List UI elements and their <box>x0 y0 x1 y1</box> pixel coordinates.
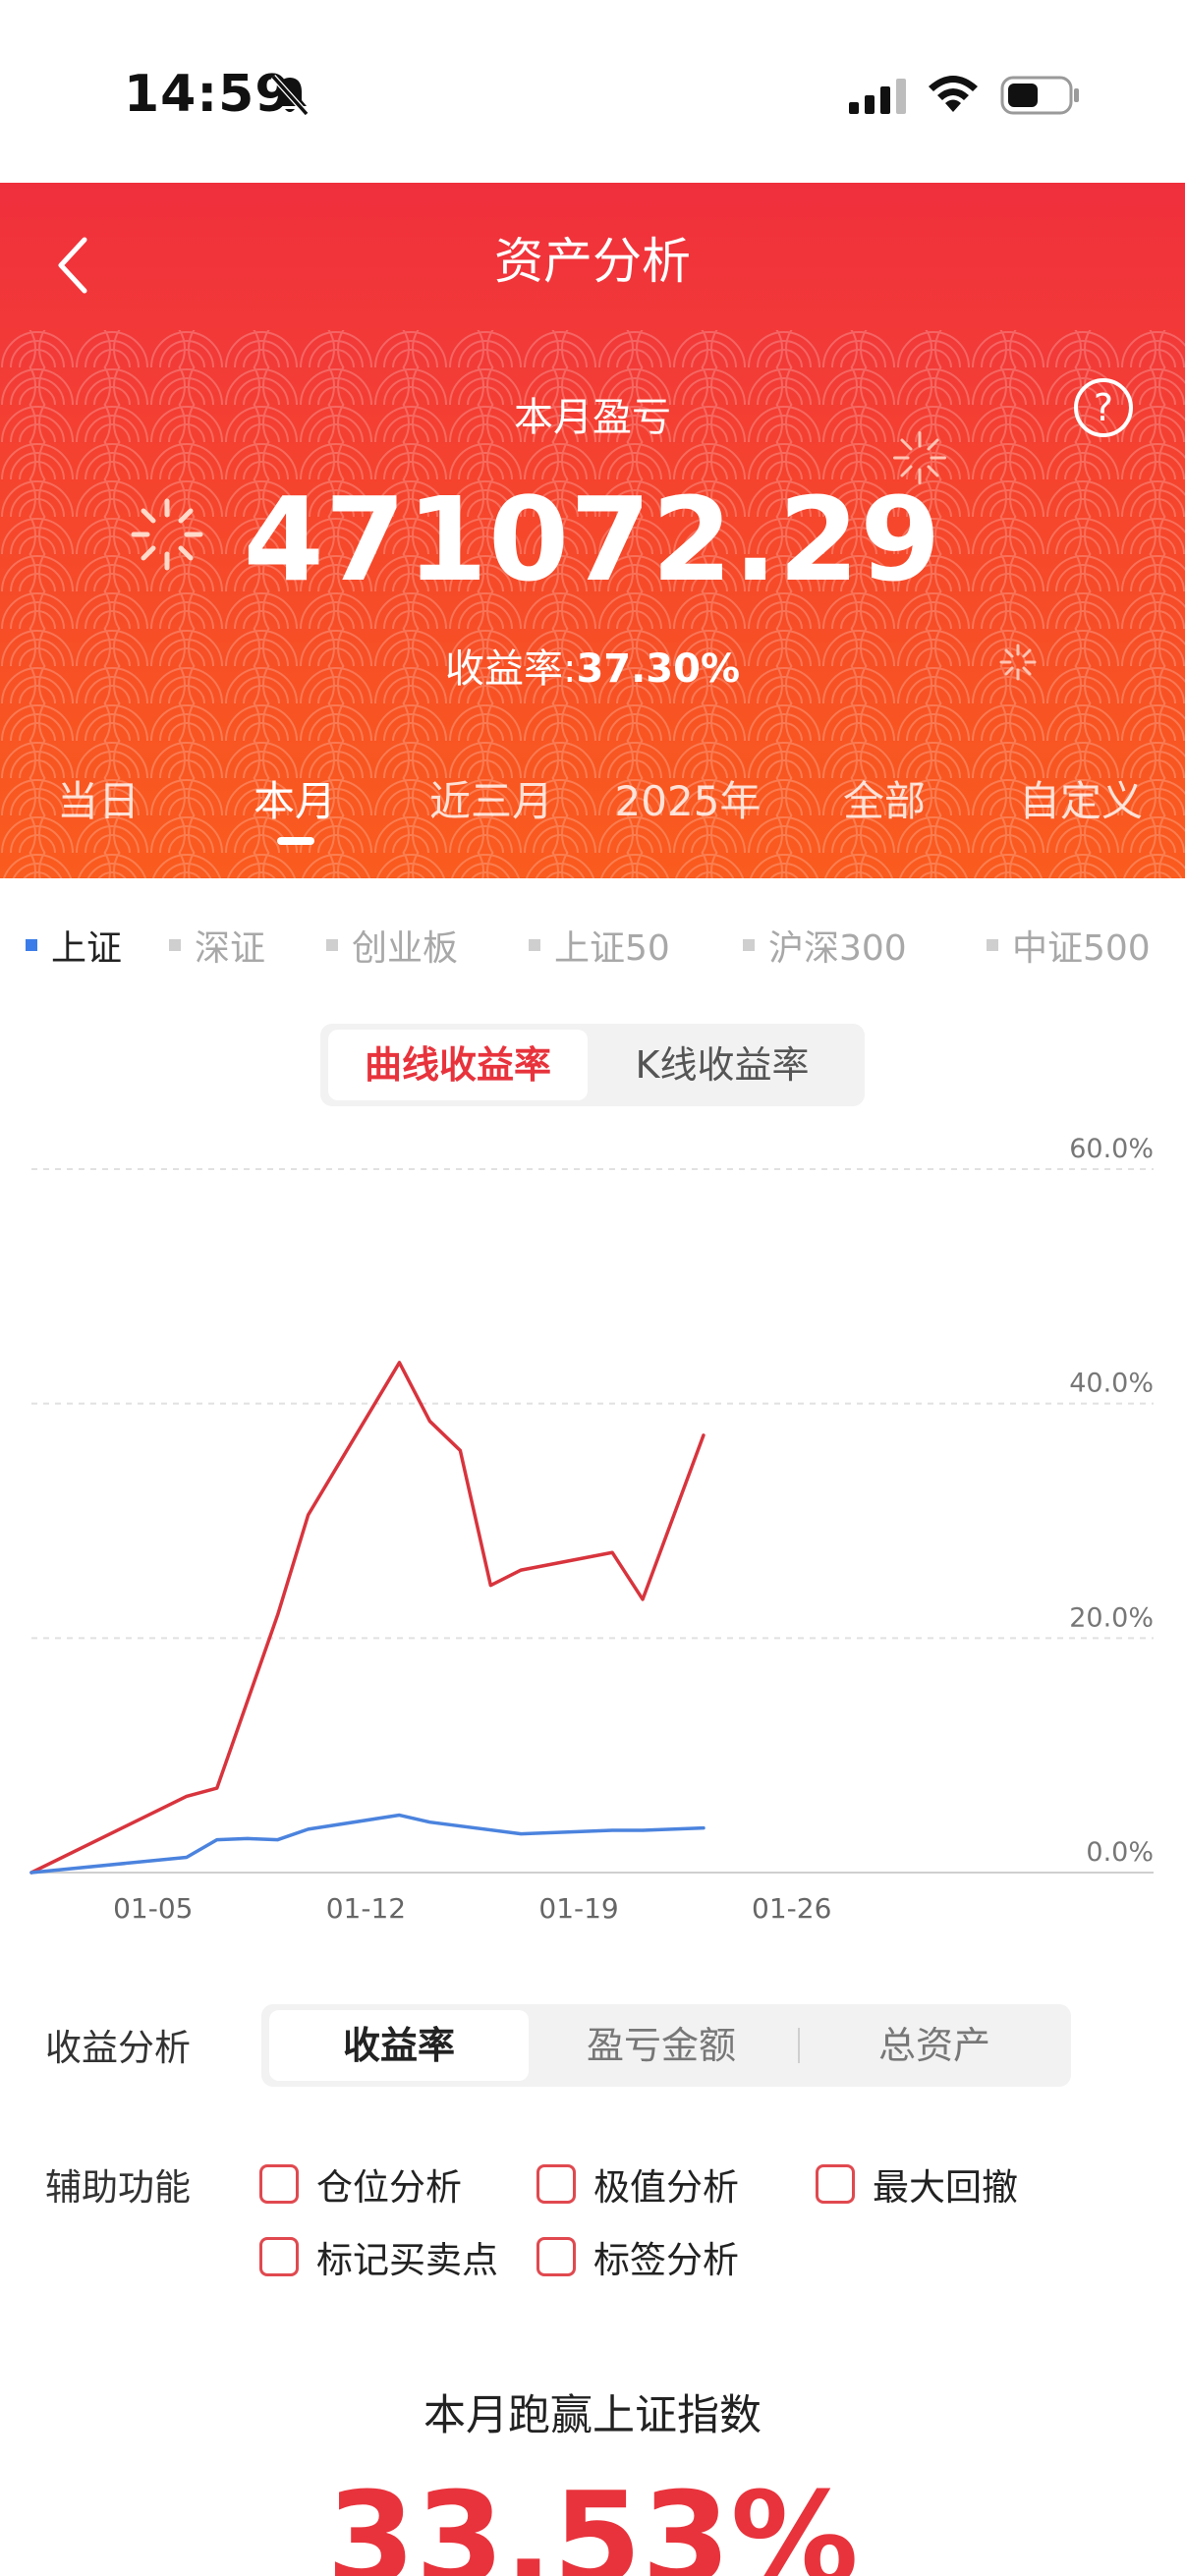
beat-index-value: 33.53% <box>326 2464 859 2576</box>
series-dot-icon <box>169 939 181 951</box>
beat-index-title: 本月跑赢上证指数 <box>423 2391 762 2440</box>
index-selector: 上证 深证 创业板 上证50 沪深300 中证500 <box>0 920 1185 969</box>
segment-divider <box>798 2028 800 2063</box>
yield-line-chart: 60.0% 40.0% 20.0% 0.0% 01-05 01-12 01-19 01-26 <box>29 1134 1154 1925</box>
auxiliary-label: 辅助功能 <box>45 2166 191 2209</box>
x-tick-label: 01-26 <box>752 1892 831 1925</box>
x-tick-label: 01-19 <box>538 1892 618 1925</box>
yield-rate-value: 37.30% <box>576 646 741 692</box>
curve-yield-button[interactable]: 曲线收益率 <box>328 1030 588 1100</box>
checkbox-icon <box>536 2237 576 2276</box>
status-bar: 14:59 <box>0 0 1185 183</box>
status-time: 14:59 <box>124 65 292 124</box>
analysis-label: 收益分析 <box>45 2027 191 2069</box>
page-title: 资产分析 <box>494 233 691 290</box>
series-dot-icon <box>326 939 338 951</box>
checkbox-icon <box>536 2164 576 2204</box>
analysis-tab-total-assets[interactable]: 总资产 <box>802 2010 1067 2081</box>
tab-today[interactable]: 当日 <box>0 768 197 828</box>
series-dot-icon <box>987 939 998 951</box>
tab-year-2025[interactable]: 2025年 <box>590 768 786 828</box>
x-tick-label: 01-12 <box>326 1892 406 1925</box>
yield-rate-label: 收益率: <box>444 646 577 692</box>
cellular-signal-icon <box>849 79 906 114</box>
tab-this-month[interactable]: 本月 <box>197 768 393 828</box>
index-tab-csi300[interactable]: 沪深300 <box>743 920 907 971</box>
yield-rate: 收益率:37.30% <box>0 637 1185 694</box>
bell-muted-icon <box>270 74 310 117</box>
index-tab-shanghai[interactable]: 上证 <box>26 920 122 971</box>
y-tick-label: 20.0% <box>1069 1602 1154 1633</box>
x-tick-label: 01-05 <box>113 1892 193 1925</box>
tab-all[interactable]: 全部 <box>786 768 983 828</box>
kline-yield-button[interactable]: K线收益率 <box>588 1030 857 1100</box>
series-dot-icon <box>529 939 540 951</box>
y-tick-label: 60.0% <box>1069 1134 1154 1164</box>
tag-analysis-checkbox[interactable]: 标签分析 <box>536 2230 739 2283</box>
tab-custom[interactable]: 自定义 <box>983 768 1179 828</box>
asset-header: 资产分析 ? 本月盈亏 471072.29 收益率:37.30% 当日 本月 近… <box>0 183 1185 878</box>
series-dot-icon <box>743 939 755 951</box>
buy-sell-points-checkbox[interactable]: 标记买卖点 <box>259 2230 498 2283</box>
position-analysis-checkbox[interactable]: 仓位分析 <box>259 2157 462 2211</box>
portfolio-yield-line <box>29 1361 705 1875</box>
analysis-tab-profit-amount[interactable]: 盈亏金额 <box>529 2010 794 2081</box>
period-tabs: 当日 本月 近三月 2025年 全部 自定义 <box>0 768 1185 867</box>
index-tab-sse50[interactable]: 上证50 <box>529 920 670 971</box>
analysis-toggle: 收益率 盈亏金额 总资产 <box>261 2004 1071 2087</box>
index-tab-csi500[interactable]: 中证500 <box>987 920 1151 971</box>
checkbox-icon <box>259 2164 299 2204</box>
chart-type-toggle: 曲线收益率 K线收益率 <box>320 1024 865 1106</box>
active-tab-indicator <box>277 837 314 845</box>
wifi-icon <box>929 76 978 112</box>
y-tick-label: 0.0% <box>1086 1837 1154 1868</box>
index-tab-chinext[interactable]: 创业板 <box>326 920 458 971</box>
battery-icon <box>1000 76 1079 115</box>
analysis-tab-yield[interactable]: 收益率 <box>269 2010 529 2081</box>
index-tab-shenzhen[interactable]: 深证 <box>169 920 265 971</box>
y-tick-label: 40.0% <box>1069 1369 1154 1399</box>
checkbox-icon <box>816 2164 855 2204</box>
month-profit-value: 471072.29 <box>243 472 942 607</box>
extreme-analysis-checkbox[interactable]: 极值分析 <box>536 2157 739 2211</box>
tab-three-months[interactable]: 近三月 <box>393 768 590 828</box>
month-profit-label: 本月盈亏 <box>514 395 671 440</box>
series-dot-icon <box>26 939 37 951</box>
max-drawdown-checkbox[interactable]: 最大回撤 <box>816 2157 1018 2211</box>
checkbox-icon <box>259 2237 299 2276</box>
